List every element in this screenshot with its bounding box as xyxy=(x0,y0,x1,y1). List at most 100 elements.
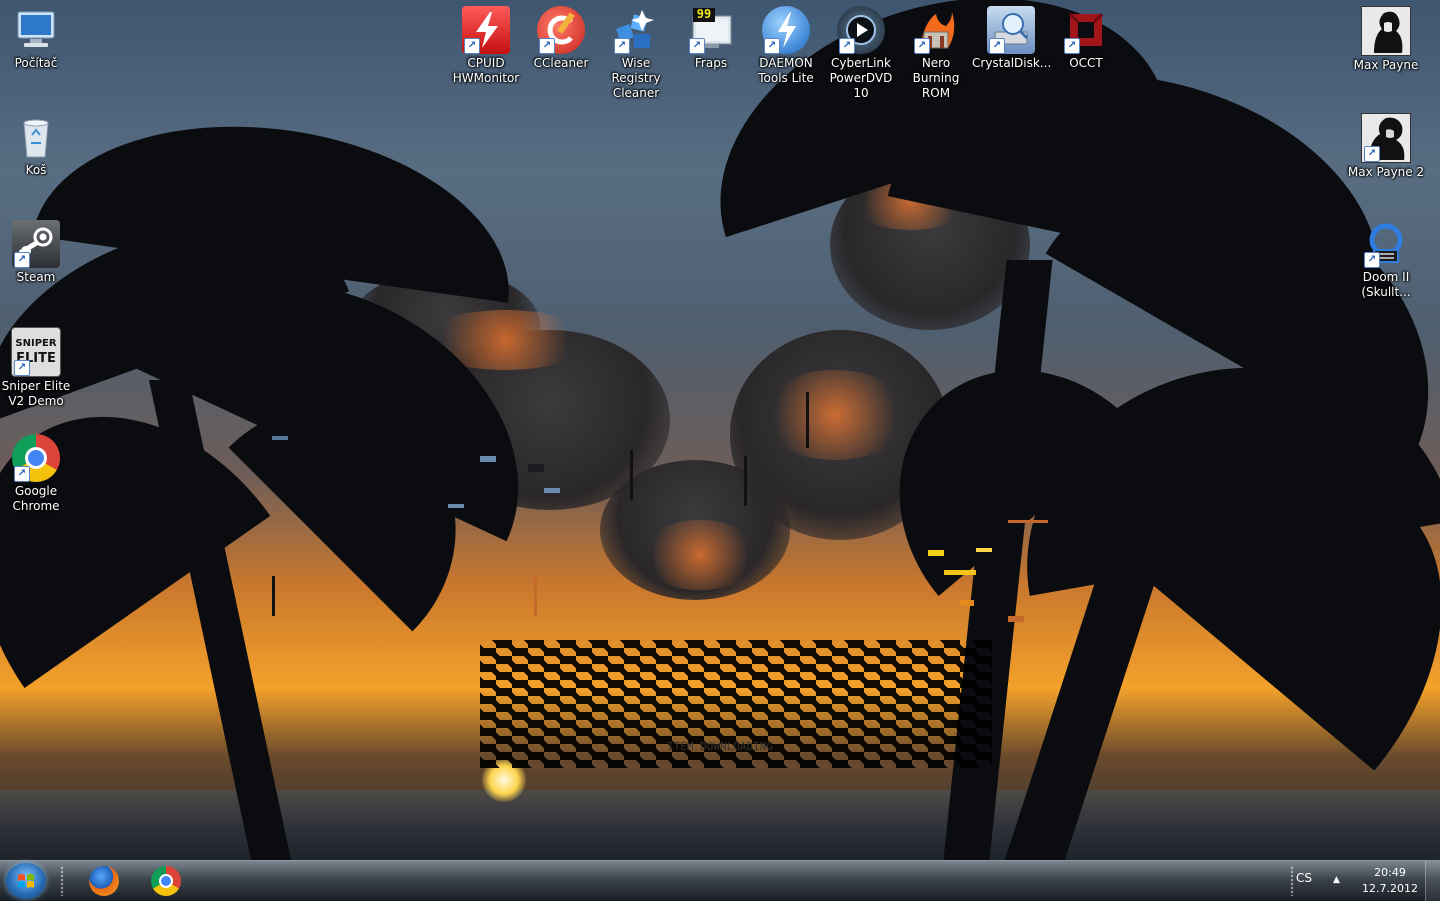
shortcut-arrow-icon: ↗ xyxy=(764,38,780,54)
glitch-block xyxy=(1008,616,1024,622)
doom-icon: ↗ xyxy=(1362,220,1410,268)
svg-text:SNIPER: SNIPER xyxy=(15,338,56,349)
icon-label: CCleaner xyxy=(533,56,589,70)
glitch-block xyxy=(630,450,633,500)
max-payne-icon xyxy=(1361,6,1411,56)
show-hidden-icons-button[interactable]: ▲ xyxy=(1333,875,1340,885)
icon-label: DAEMON Tools Lite xyxy=(758,56,814,85)
system-tray: CS ▲ 20:49 12.7.2012 xyxy=(1290,861,1440,901)
icon-label: CrystalDisk... xyxy=(972,56,1052,70)
recycle-bin-icon xyxy=(12,113,60,161)
shortcut-arrow-icon: ↗ xyxy=(989,38,1005,54)
shortcut-arrow-icon: ↗ xyxy=(839,38,855,54)
glitch-block xyxy=(806,392,809,448)
glitch-block xyxy=(448,504,464,508)
taskbar-button-google-chrome[interactable] xyxy=(138,863,194,899)
glitch-block xyxy=(944,570,976,575)
sea xyxy=(0,790,1440,860)
shortcut-arrow-icon: ↗ xyxy=(14,466,30,482)
icon-label: Doom II (Skullt... xyxy=(1361,270,1411,299)
icon-label: Fraps xyxy=(694,56,728,70)
clock[interactable]: 20:49 12.7.2012 xyxy=(1362,865,1418,897)
occt-icon: ↗ xyxy=(1062,6,1110,54)
ccleaner-icon: ↗ xyxy=(537,6,585,54)
taskbar-button-firefox[interactable] xyxy=(76,863,132,899)
glitch-block xyxy=(272,576,275,616)
language-indicator[interactable]: CS xyxy=(1296,871,1312,885)
desktop-icon-crystaldisk[interactable]: ↗ CrystalDisk... xyxy=(972,6,1052,71)
computer-icon xyxy=(12,6,60,54)
desktop-icon-powerdvd[interactable]: ↗ CyberLink PowerDVD 10 xyxy=(822,6,900,101)
windows-logo-icon xyxy=(18,874,34,888)
desktop-icon-fraps[interactable]: 99 ↗ Fraps xyxy=(672,6,750,71)
clock-date: 12.7.2012 xyxy=(1362,882,1418,895)
glitch-block xyxy=(544,488,560,493)
glitch-block xyxy=(1008,520,1048,523)
max-payne-2-icon: ↗ xyxy=(1361,113,1411,163)
sniper-elite-icon: SNIPER ELITE ↗ xyxy=(11,327,61,377)
fraps-icon: 99 ↗ xyxy=(687,6,735,54)
show-desktop-button[interactable] xyxy=(1425,861,1440,901)
desktop-icon-computer[interactable]: Počítač xyxy=(0,6,75,71)
shortcut-arrow-icon: ↗ xyxy=(539,38,555,54)
glitch-block xyxy=(928,550,944,556)
glitch-block xyxy=(272,436,288,440)
icon-label: Wise Registry Cleaner xyxy=(611,56,661,100)
start-button[interactable] xyxy=(6,863,46,899)
glitch-block xyxy=(960,600,974,606)
desktop-icon-max-payne[interactable]: Max Payne xyxy=(1347,6,1425,73)
hwmonitor-icon: ↗ xyxy=(462,6,510,54)
wise-registry-icon: ↗ xyxy=(612,6,660,54)
powerdvd-icon: ↗ xyxy=(837,6,885,54)
icon-label: Sniper Elite V2 Demo xyxy=(1,379,71,408)
icon-label: CyberLink PowerDVD 10 xyxy=(829,56,893,100)
glitch-block xyxy=(528,464,544,472)
shortcut-arrow-icon: ↗ xyxy=(464,38,480,54)
desktop-icon-hwmonitor[interactable]: ↗ CPUID HWMonitor xyxy=(447,6,525,86)
shortcut-arrow-icon: ↗ xyxy=(614,38,630,54)
icon-label: Steam xyxy=(16,270,56,284)
icon-label: CPUID HWMonitor xyxy=(452,56,520,85)
tray-grip xyxy=(1290,866,1294,896)
desktop-icon-wise-registry[interactable]: ↗ Wise Registry Cleaner xyxy=(597,6,675,101)
chrome-icon: ↗ xyxy=(12,434,60,482)
clock-time: 20:49 xyxy=(1374,866,1406,879)
taskbar: CS ▲ 20:49 12.7.2012 xyxy=(0,860,1440,901)
desktop-icon-max-payne-2[interactable]: ↗ Max Payne 2 xyxy=(1347,113,1425,180)
chrome-icon xyxy=(151,866,181,896)
icon-label: OCCT xyxy=(1069,56,1103,70)
desktop-icon-ccleaner[interactable]: ↗ CCleaner xyxy=(522,6,600,71)
glitch-block xyxy=(744,456,747,506)
desktop-icon-doom[interactable]: ↗ Doom II (Skullt... xyxy=(1347,220,1425,300)
desktop-icon-recycle-bin[interactable]: Koš xyxy=(0,113,75,178)
icon-label: Max Payne xyxy=(1353,58,1419,72)
icon-label: Google Chrome xyxy=(12,484,60,513)
shortcut-arrow-icon: ↗ xyxy=(1064,38,1080,54)
fps-badge: 99 xyxy=(696,7,712,21)
shortcut-arrow-icon: ↗ xyxy=(1364,252,1380,268)
desktop-icon-google-chrome[interactable]: ↗ Google Chrome xyxy=(0,434,75,514)
daemon-tools-icon: ↗ xyxy=(762,6,810,54)
desktop-icon-daemon-tools[interactable]: ↗ DAEMON Tools Lite xyxy=(747,6,825,86)
icon-label: Max Payne 2 xyxy=(1347,165,1425,179)
desktop-icon-occt[interactable]: ↗ OCCT xyxy=(1047,6,1125,71)
shortcut-arrow-icon: ↗ xyxy=(14,252,30,268)
desktop-icon-sniper-elite[interactable]: SNIPER ELITE ↗ Sniper Elite V2 Demo xyxy=(0,327,75,409)
shortcut-arrow-icon: ↗ xyxy=(914,38,930,54)
shortcut-arrow-icon: ↗ xyxy=(14,360,30,376)
crystaldisk-icon: ↗ xyxy=(987,6,1035,54)
nero-icon: ↗ xyxy=(912,6,960,54)
shortcut-arrow-icon: ↗ xyxy=(689,38,705,54)
glitch-block xyxy=(976,548,992,552)
icon-label: Koš xyxy=(25,163,47,177)
taskbar-grip xyxy=(60,866,64,896)
firefox-icon xyxy=(89,866,119,896)
desktop-icon-steam[interactable]: ↗ Steam xyxy=(0,220,75,285)
glitch-text: ITEM DOWNLOADING xyxy=(667,740,773,753)
shortcut-arrow-icon: ↗ xyxy=(1364,146,1380,162)
desktop-icon-nero[interactable]: ↗ Nero Burning ROM xyxy=(897,6,975,101)
steam-icon: ↗ xyxy=(12,220,60,268)
glitch-block xyxy=(480,456,496,462)
glitch-block xyxy=(534,576,537,616)
desktop-wallpaper: ITEM DOWNLOADING xyxy=(0,0,1440,860)
